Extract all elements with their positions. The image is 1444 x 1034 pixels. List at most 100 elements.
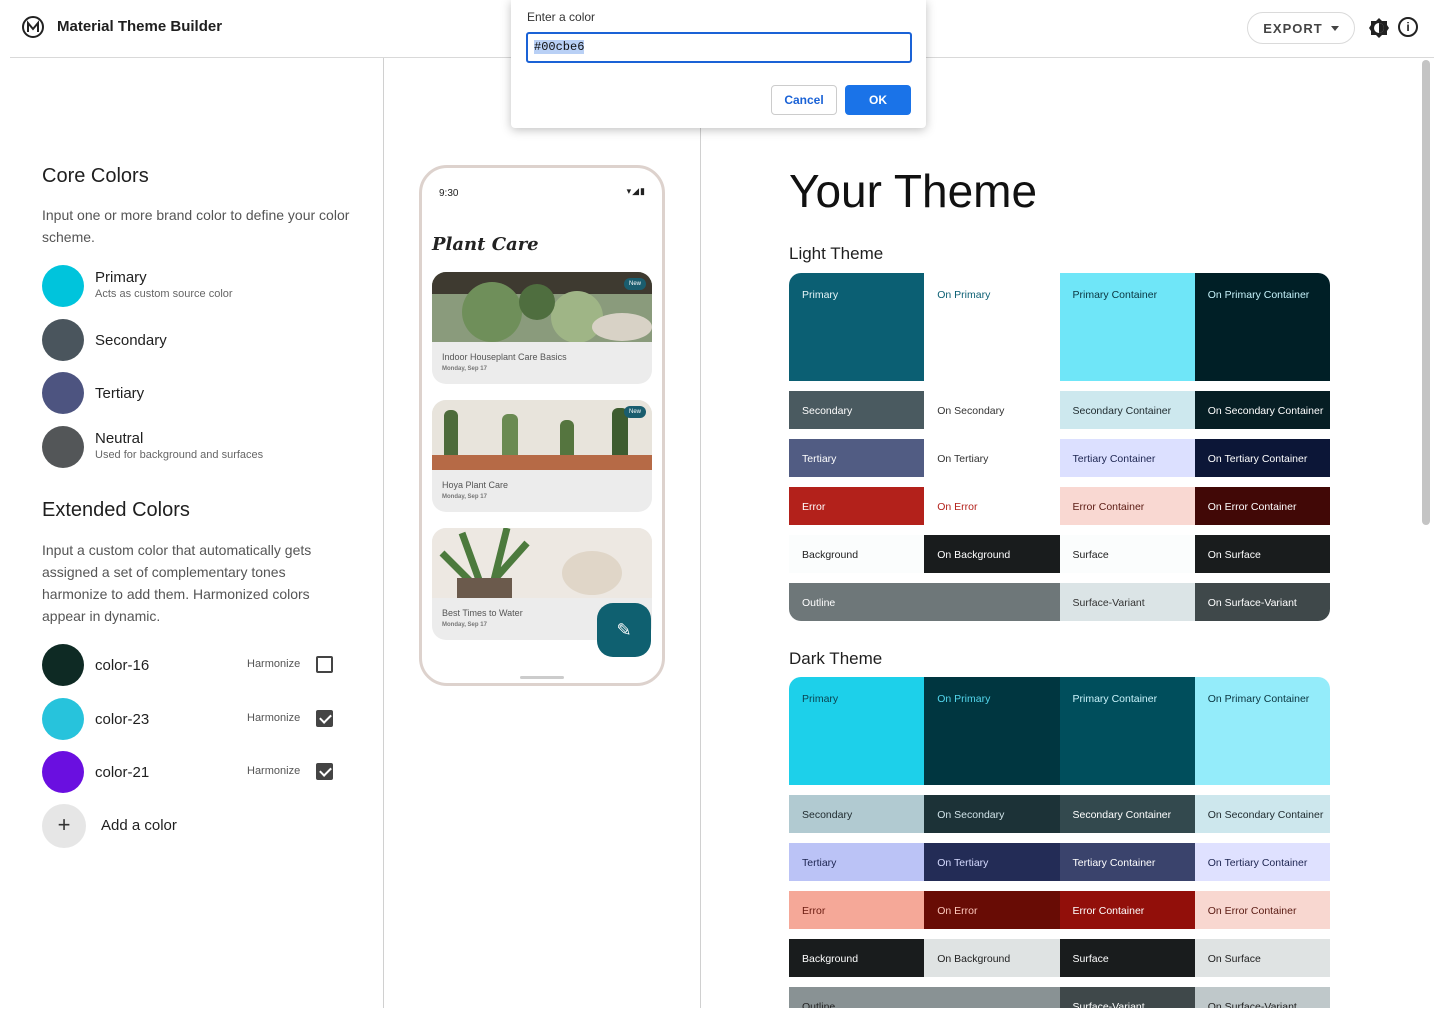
swatch-cell[interactable]: On Primary Container — [1194, 677, 1330, 785]
swatch-cell[interactable]: On Error — [924, 891, 1060, 929]
vertical-scrollbar[interactable] — [1422, 60, 1430, 525]
swatch-cell[interactable]: On Error Container — [1194, 891, 1330, 929]
color-input-dialog: Enter a color #00cbe6 Cancel OK — [511, 0, 926, 128]
theme-panel: Your Theme Light Theme Primary On Primary… — [701, 58, 1434, 1008]
card-date: Monday, Sep 17 — [442, 622, 487, 628]
edit-fab-icon[interactable]: ✎ — [597, 603, 651, 657]
swatch-cell[interactable]: On Error — [924, 487, 1060, 525]
extended-swatch-1[interactable] — [42, 698, 84, 740]
cancel-button[interactable]: Cancel — [771, 85, 837, 115]
card-date: Monday, Sep 17 — [442, 366, 487, 372]
swatch-cell[interactable]: On Surface — [1194, 939, 1330, 977]
swatch-cell[interactable]: Secondary — [789, 795, 925, 833]
swatch-cell[interactable]: Secondary Container — [1059, 391, 1196, 429]
swatch-cell[interactable]: On Surface-Variant — [1194, 987, 1330, 1008]
article-card[interactable]: New Hoya Plant Care Monday, Sep 17 — [432, 400, 652, 512]
phone-status-icons: ▾◢▮ — [626, 186, 646, 196]
swatch-cell[interactable]: Surface-Variant — [1059, 987, 1196, 1008]
swatch-cell[interactable]: On Background — [924, 535, 1060, 573]
extended-swatch-2[interactable] — [42, 751, 84, 793]
core-color-sub: Acts as custom source color — [95, 288, 233, 300]
swatch-cell[interactable]: Secondary — [789, 391, 925, 429]
swatch-cell[interactable]: Tertiary — [789, 439, 925, 477]
swatch-cell[interactable]: On Surface-Variant — [1194, 583, 1330, 621]
core-colors-description: Input one or more brand color to define … — [42, 207, 350, 245]
core-color-name: Tertiary — [95, 385, 145, 402]
swatch-cell[interactable]: On Secondary — [924, 795, 1060, 833]
swatch-cell[interactable]: On Tertiary — [924, 843, 1060, 881]
swatch-cell[interactable]: Tertiary Container — [1059, 439, 1196, 477]
swatch-cell[interactable]: Primary Container — [1059, 677, 1196, 785]
extended-swatch-0[interactable] — [42, 644, 84, 686]
harmonize-checkbox[interactable] — [316, 763, 333, 780]
swatch-cell[interactable]: On Primary Container — [1194, 273, 1330, 381]
article-card[interactable]: New Indoor Houseplant Care Basics Monday… — [432, 272, 652, 384]
plant-photo — [432, 528, 652, 598]
core-color-primary[interactable]: Primary Acts as custom source color — [42, 265, 352, 309]
harmonize-label: Harmonize — [247, 658, 301, 670]
swatch-cell[interactable]: On Tertiary Container — [1194, 439, 1330, 477]
harmonize-checkbox[interactable] — [316, 710, 333, 727]
swatch-cell[interactable]: Tertiary Container — [1059, 843, 1196, 881]
swatch-cell[interactable]: On Secondary Container — [1194, 795, 1330, 833]
ok-button[interactable]: OK — [845, 85, 911, 115]
swatch-cell[interactable]: Outline — [789, 583, 1060, 621]
swatch-cell[interactable]: Surface-Variant — [1059, 583, 1196, 621]
harmonize-label: Harmonize — [247, 765, 301, 777]
new-badge: New — [624, 406, 646, 418]
dark-theme-grid: Primary On Primary Primary Container On Pri… — [789, 677, 1330, 1008]
swatch-cell[interactable]: On Secondary Container — [1194, 391, 1330, 429]
extended-colors-title: Extended Colors — [42, 499, 190, 521]
swatch-cell[interactable]: On Primary — [924, 677, 1060, 785]
card-title: Best Times to Water — [442, 608, 523, 618]
swatch-cell[interactable]: Primary — [789, 677, 925, 785]
swatch-cell[interactable]: On Tertiary — [924, 439, 1060, 477]
core-color-tertiary[interactable]: Tertiary — [42, 372, 352, 416]
swatch-cell[interactable]: Error Container — [1059, 487, 1196, 525]
extended-color-name: color-23 — [95, 711, 150, 728]
swatch-cell[interactable]: Tertiary — [789, 843, 925, 881]
card-title: Hoya Plant Care — [442, 480, 509, 490]
extended-colors-description: Input a custom color that automatically … — [42, 542, 312, 624]
harmonize-checkbox[interactable] — [316, 656, 333, 673]
extended-color-name: color-21 — [95, 764, 150, 781]
plus-icon[interactable]: + — [42, 804, 86, 848]
swatch-cell[interactable]: Background — [789, 535, 925, 573]
secondary-swatch[interactable] — [42, 319, 84, 361]
neutral-swatch[interactable] — [42, 426, 84, 468]
core-color-neutral[interactable]: Neutral Used for background and surfaces — [42, 426, 352, 470]
swatch-cell[interactable]: Primary — [789, 273, 925, 381]
swatch-cell[interactable]: Error — [789, 891, 925, 929]
swatch-cell[interactable]: Primary Container — [1059, 273, 1196, 381]
card-date: Monday, Sep 17 — [442, 494, 487, 500]
tertiary-swatch[interactable] — [42, 372, 84, 414]
preview-panel: 9:30 ▾◢▮ Plant Care New Indoor Houseplan… — [384, 58, 701, 1008]
info-icon[interactable]: i — [1398, 17, 1418, 37]
swatch-cell[interactable]: Surface — [1059, 535, 1196, 573]
swatch-cell[interactable]: Error Container — [1059, 891, 1196, 929]
extended-color-name: color-16 — [95, 657, 150, 674]
material-logo-icon — [22, 16, 44, 38]
swatch-cell[interactable]: Background — [789, 939, 925, 977]
swatch-cell[interactable]: On Secondary — [924, 391, 1060, 429]
swatch-cell[interactable]: Secondary Container — [1059, 795, 1196, 833]
your-theme-title: Your Theme — [789, 165, 1038, 217]
swatch-cell[interactable]: Surface — [1059, 939, 1196, 977]
core-color-name: Neutral — [95, 430, 144, 447]
color-hex-input[interactable]: #00cbe6 — [526, 32, 912, 63]
light-theme-label: Light Theme — [789, 244, 884, 263]
export-button[interactable]: EXPORT — [1247, 12, 1355, 44]
swatch-cell[interactable]: On Error Container — [1194, 487, 1330, 525]
plant-photo — [432, 272, 652, 342]
swatch-cell[interactable]: Outline — [789, 987, 1060, 1008]
swatch-cell[interactable]: Error — [789, 487, 925, 525]
brightness-toggle-icon[interactable] — [1368, 17, 1390, 39]
swatch-cell[interactable]: On Tertiary Container — [1194, 843, 1330, 881]
swatch-cell[interactable]: On Primary — [924, 273, 1060, 381]
swatch-cell[interactable]: On Background — [924, 939, 1060, 977]
core-color-secondary[interactable]: Secondary — [42, 319, 352, 363]
add-color-button[interactable]: + Add a color — [42, 804, 352, 848]
extended-color-row: color-21 Harmonize — [42, 751, 352, 795]
primary-swatch[interactable] — [42, 265, 84, 307]
swatch-cell[interactable]: On Surface — [1194, 535, 1330, 573]
